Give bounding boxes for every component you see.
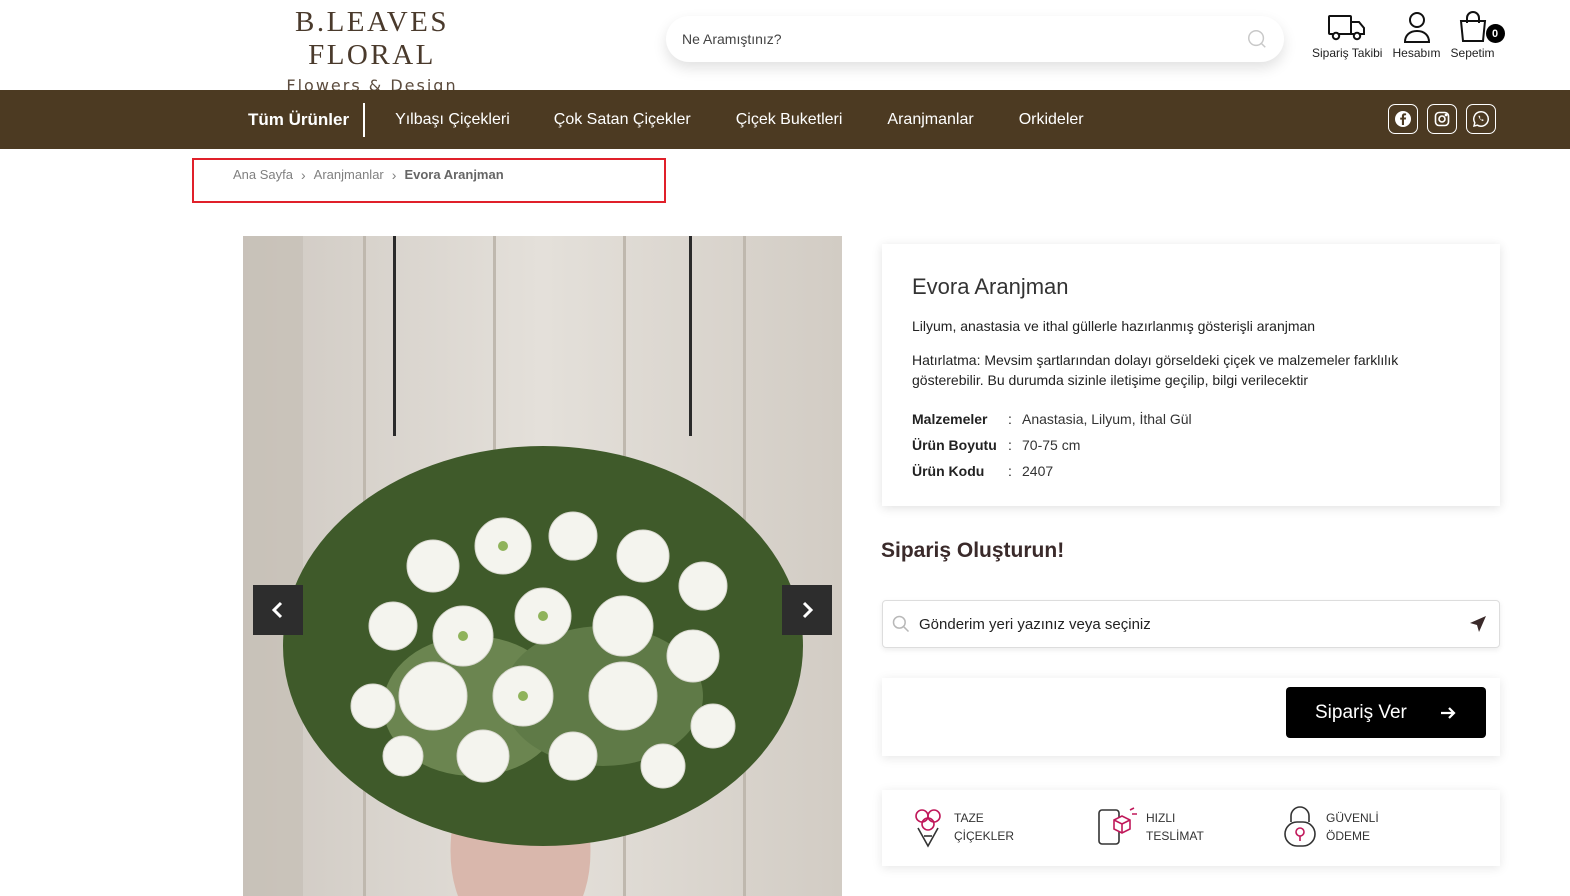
- user-icon: [1403, 12, 1430, 43]
- gallery-prev-button[interactable]: [253, 585, 303, 635]
- cart-label: Sepetim: [1450, 46, 1495, 60]
- order-tracking-label: Sipariş Takibi: [1312, 46, 1383, 60]
- search-input[interactable]: [682, 31, 1246, 47]
- delivery-location-input[interactable]: [919, 615, 1469, 633]
- feature-line2: ÖDEME: [1326, 829, 1371, 843]
- feature-line1: GÜVENLİ: [1326, 811, 1379, 825]
- search-icon[interactable]: [1246, 28, 1268, 50]
- spec-row: Ürün Boyutu : 70-75 cm: [912, 432, 1470, 458]
- secure-payment-icon: [1284, 806, 1316, 847]
- delivery-location-field: [882, 600, 1500, 648]
- product-title: Evora Aranjman: [912, 274, 1069, 299]
- feature-line1: HIZLI: [1146, 811, 1176, 825]
- product-image-gallery: [243, 236, 842, 896]
- nav-link-aranjmanlar[interactable]: Aranjmanlar: [887, 111, 973, 129]
- feature-line2: TESLİMAT: [1146, 829, 1204, 843]
- nav-link-cok-satan[interactable]: Çok Satan Çiçekler: [554, 111, 691, 129]
- spec-row: Ürün Kodu : 2407: [912, 458, 1470, 484]
- social-links: [1388, 104, 1496, 134]
- nav-link-orkideler[interactable]: Orkideler: [1019, 111, 1084, 129]
- gallery-next-button[interactable]: [782, 585, 832, 635]
- place-order-button[interactable]: Sipariş Ver: [1286, 687, 1486, 738]
- feature-fresh-flowers: TAZE ÇİÇEKLER: [910, 806, 1014, 848]
- product-note: Hatırlatma: Mevsim şartlarından dolayı g…: [912, 352, 1399, 388]
- order-heading: Sipariş Oluşturun!: [881, 539, 1065, 562]
- instagram-icon[interactable]: [1427, 104, 1457, 134]
- flower-bouquet-icon: [915, 809, 941, 848]
- main-navigation: Tüm Ürünler Yılbaşı Çiçekleri Çok Satan …: [0, 90, 1570, 149]
- chevron-right-icon: ›: [391, 166, 397, 183]
- logo-main-text: B.LEAVES FLORAL: [294, 6, 449, 71]
- cart-button[interactable]: 0 Sepetim: [1450, 10, 1505, 60]
- place-order-label: Sipariş Ver: [1315, 701, 1407, 723]
- breadcrumb-home[interactable]: Ana Sayfa: [233, 167, 293, 182]
- feature-badges: TAZE ÇİÇEKLER HIZLI TESLİMAT GÜVENLİ ÖDEME: [882, 790, 1500, 866]
- account-label: Hesabım: [1392, 46, 1441, 60]
- nav-link-buketler[interactable]: Çiçek Buketleri: [736, 111, 843, 129]
- feature-line1: TAZE: [954, 811, 984, 825]
- search-icon: [892, 615, 910, 633]
- search-bar: [666, 16, 1284, 62]
- spec-key: Ürün Boyutu: [912, 437, 997, 453]
- chevron-right-icon: ›: [301, 166, 306, 183]
- truck-icon: [1328, 15, 1366, 41]
- fast-delivery-icon: [1098, 807, 1137, 845]
- chevron-right-icon: [802, 601, 814, 619]
- spec-row: Malzemeler : Anastasia, Lilyum, İthal Gü…: [912, 406, 1470, 432]
- brand-logo[interactable]: B.LEAVES FLORAL Flowers & Design: [232, 6, 512, 95]
- order-tracking-button[interactable]: Sipariş Takibi: [1312, 10, 1382, 60]
- product-description: Lilyum, anastasia ve ithal güllerle hazı…: [912, 318, 1316, 334]
- location-arrow-icon[interactable]: [1469, 615, 1487, 633]
- feature-line2: ÇİÇEKLER: [954, 829, 1015, 843]
- site-header: B.LEAVES FLORAL Flowers & Design Sipariş…: [0, 0, 1570, 95]
- product-photo: [243, 236, 842, 896]
- feature-fast-delivery: HIZLI TESLİMAT: [1096, 806, 1204, 848]
- arrow-right-icon: [1441, 706, 1456, 719]
- product-info-card: Evora Aranjman Lilyum, anastasia ve itha…: [882, 244, 1500, 506]
- header-actions: Sipariş Takibi Hesabım 0 Sepetim: [1312, 10, 1505, 60]
- order-action-box: Sipariş Ver: [882, 678, 1500, 756]
- spec-key: Malzemeler: [912, 411, 988, 427]
- spec-value: 70-75 cm: [1022, 437, 1081, 453]
- nav-all-products[interactable]: Tüm Ürünler: [248, 102, 366, 137]
- cart-count-badge: 0: [1485, 24, 1505, 43]
- spec-value: Anastasia, Lilyum, İthal Gül: [1022, 411, 1192, 427]
- nav-link-yilbasi[interactable]: Yılbaşı Çiçekleri: [395, 111, 510, 129]
- account-button[interactable]: Hesabım: [1392, 10, 1441, 60]
- facebook-icon[interactable]: [1388, 104, 1418, 134]
- breadcrumb: Ana Sayfa › Aranjmanlar › Evora Aranjman: [192, 158, 666, 203]
- feature-secure-payment: GÜVENLİ ÖDEME: [1282, 806, 1379, 848]
- spec-value: 2407: [1022, 463, 1054, 479]
- breadcrumb-current: Evora Aranjman: [404, 167, 504, 182]
- whatsapp-icon[interactable]: [1466, 104, 1496, 134]
- shopping-bag-icon: [1459, 11, 1486, 42]
- chevron-left-icon: [271, 601, 283, 619]
- spec-key: Ürün Kodu: [912, 463, 985, 479]
- breadcrumb-category[interactable]: Aranjmanlar: [314, 167, 384, 182]
